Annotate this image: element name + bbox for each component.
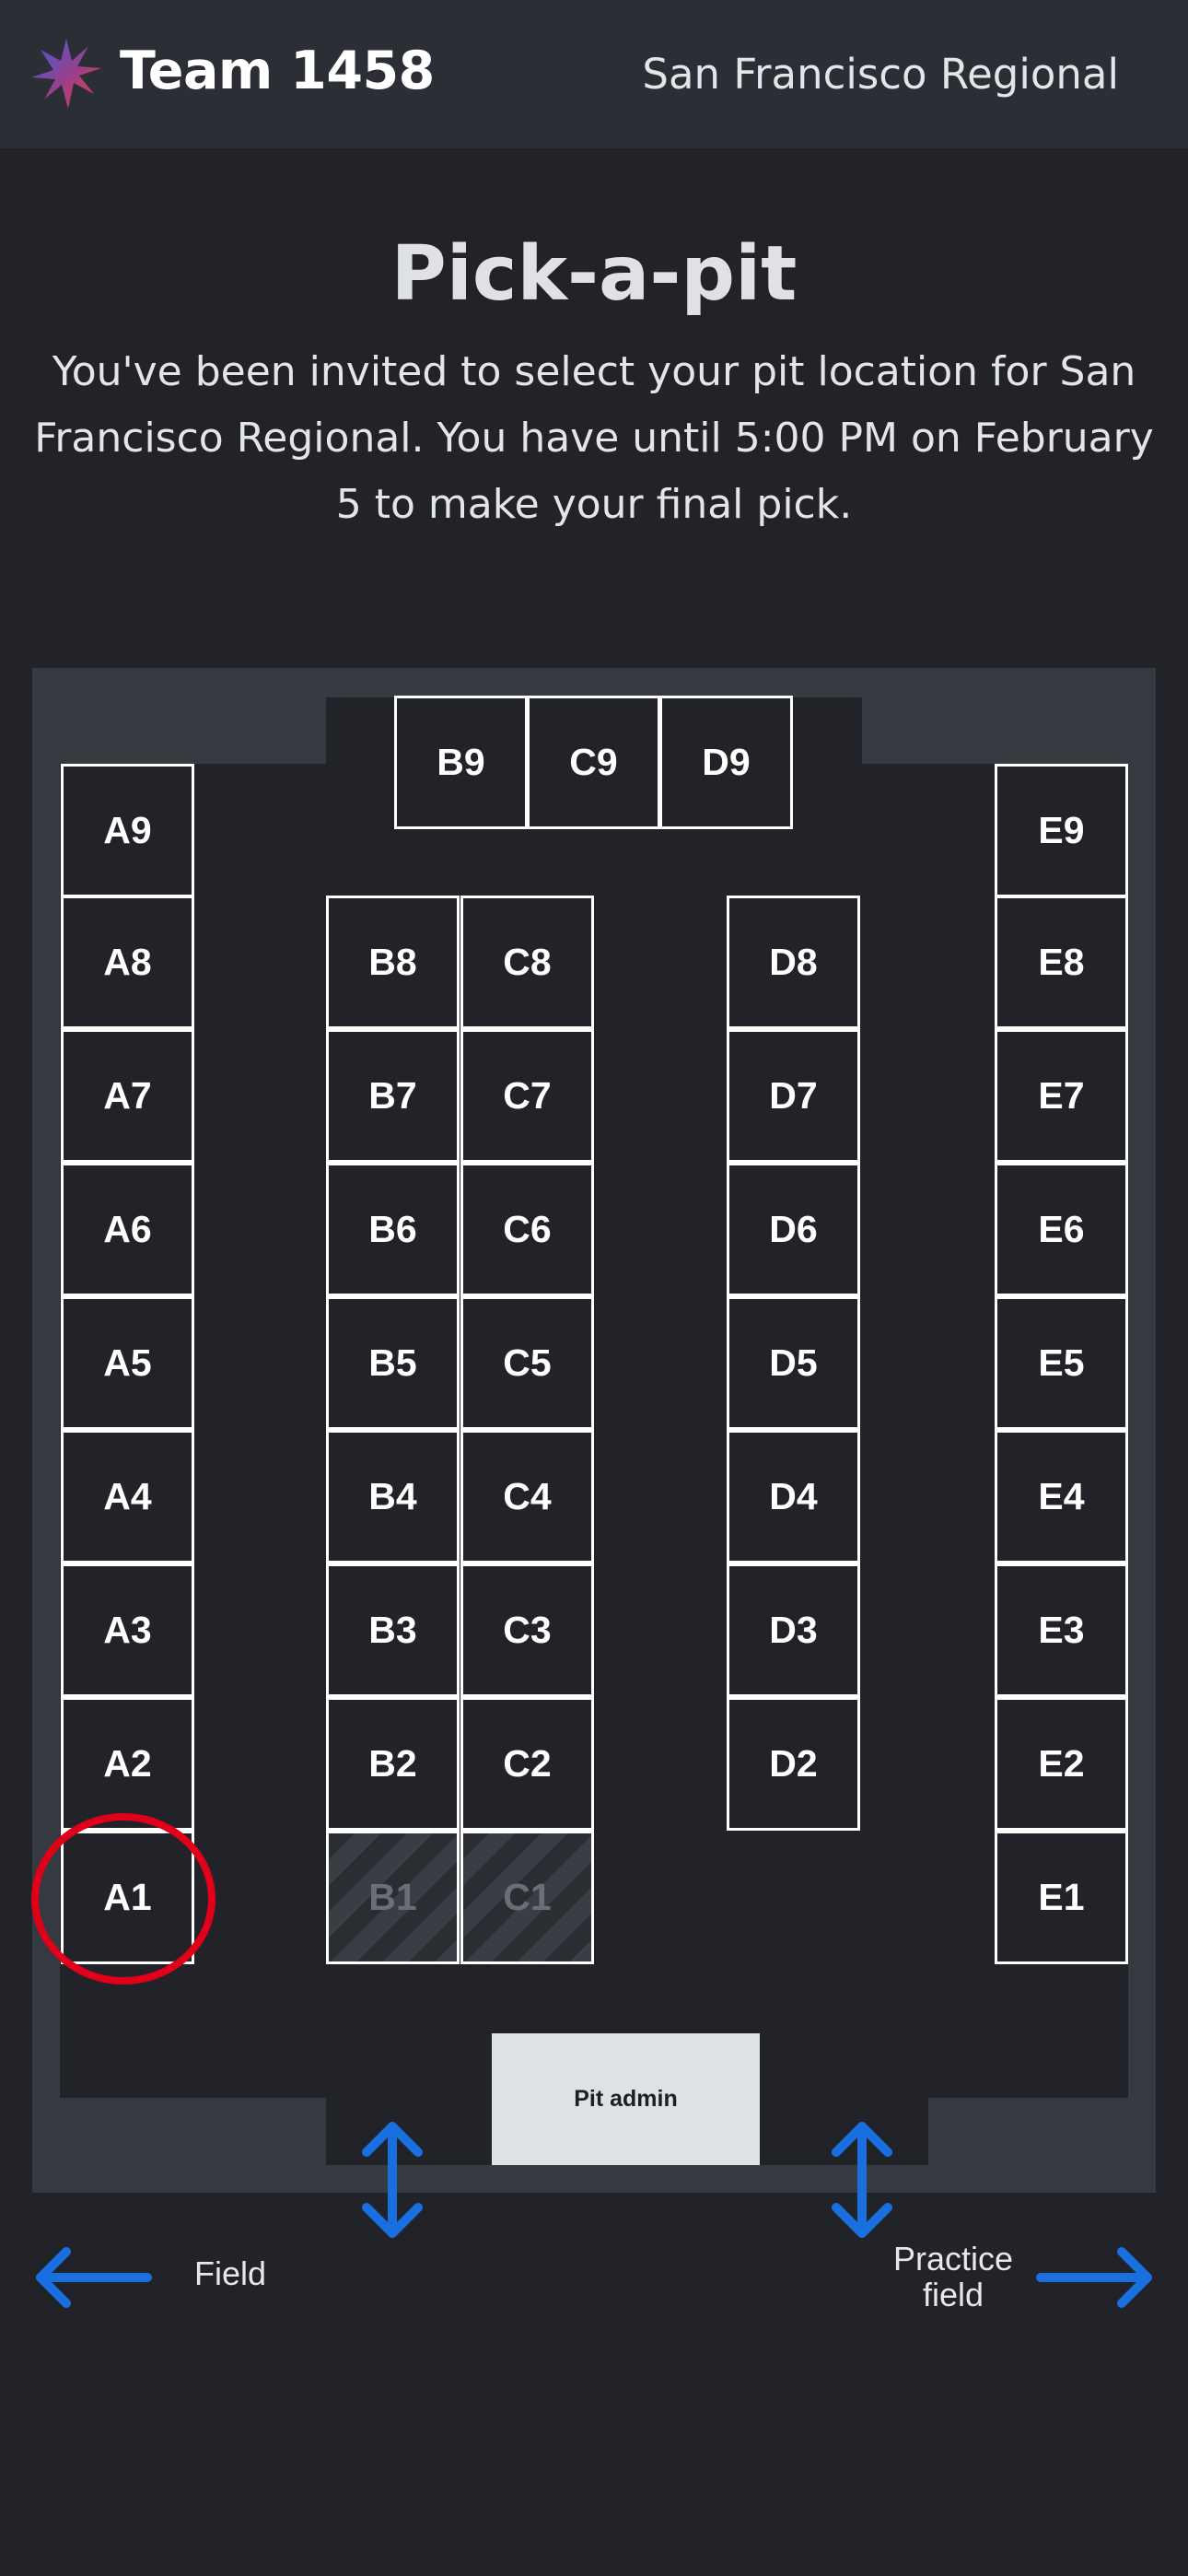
pit-B2[interactable]: B2: [326, 1697, 460, 1831]
pit-C7[interactable]: C7: [460, 1029, 594, 1163]
pit-E8[interactable]: E8: [995, 896, 1128, 1029]
field-label: Field: [193, 2254, 267, 2292]
pit-C5[interactable]: C5: [460, 1296, 594, 1430]
pit-C3[interactable]: C3: [460, 1563, 594, 1697]
pit-D4[interactable]: D4: [727, 1430, 860, 1563]
app-header: Team 1458 San Francisco Regional: [0, 0, 1188, 148]
pit-D5[interactable]: D5: [727, 1296, 860, 1430]
pit-B9[interactable]: B9: [394, 696, 528, 829]
pit-map: [32, 668, 1156, 2193]
pit-C4[interactable]: C4: [460, 1430, 594, 1563]
practice-field-label: Practice field: [892, 2240, 1014, 2313]
team-name: Team 1458: [120, 41, 435, 101]
pit-C2[interactable]: C2: [460, 1697, 594, 1831]
vertical-double-arrow-icon: [832, 2122, 892, 2238]
pit-E4[interactable]: E4: [995, 1430, 1128, 1563]
pit-A8[interactable]: A8: [61, 896, 194, 1029]
pit-B8[interactable]: B8: [326, 896, 460, 1029]
pit-E1[interactable]: E1: [995, 1831, 1128, 1964]
pit-A2[interactable]: A2: [61, 1697, 194, 1831]
pit-B4[interactable]: B4: [326, 1430, 460, 1563]
pit-A7[interactable]: A7: [61, 1029, 194, 1163]
pit-B7[interactable]: B7: [326, 1029, 460, 1163]
event-name: San Francisco Regional: [642, 50, 1119, 99]
pit-D9[interactable]: D9: [659, 696, 793, 829]
pit-D6[interactable]: D6: [727, 1163, 860, 1296]
pit-D7[interactable]: D7: [727, 1029, 860, 1163]
pit-B3[interactable]: B3: [326, 1563, 460, 1697]
pit-E9[interactable]: E9: [995, 764, 1128, 897]
pit-A5[interactable]: A5: [61, 1296, 194, 1430]
arrow-right-icon: [1036, 2247, 1152, 2308]
pit-A4[interactable]: A4: [61, 1430, 194, 1563]
pit-A3[interactable]: A3: [61, 1563, 194, 1697]
pit-B1: B1: [326, 1831, 460, 1964]
pit-A1[interactable]: A1: [61, 1831, 194, 1964]
pit-C9[interactable]: C9: [527, 696, 660, 829]
pit-C8[interactable]: C8: [460, 896, 594, 1029]
pit-E7[interactable]: E7: [995, 1029, 1128, 1163]
pit-admin-area: Pit admin: [492, 2033, 760, 2165]
vertical-double-arrow-icon: [362, 2122, 423, 2238]
pit-D3[interactable]: D3: [727, 1563, 860, 1697]
pit-B5[interactable]: B5: [326, 1296, 460, 1430]
pit-E3[interactable]: E3: [995, 1563, 1128, 1697]
pit-E2[interactable]: E2: [995, 1697, 1128, 1831]
pit-A9[interactable]: A9: [61, 764, 194, 897]
page-title: Pick-a-pit: [390, 230, 798, 318]
pit-C6[interactable]: C6: [460, 1163, 594, 1296]
pit-A6[interactable]: A6: [61, 1163, 194, 1296]
arrow-left-icon: [36, 2247, 152, 2308]
pit-E6[interactable]: E6: [995, 1163, 1128, 1296]
pit-E5[interactable]: E5: [995, 1296, 1128, 1430]
pit-B6[interactable]: B6: [326, 1163, 460, 1296]
pit-D8[interactable]: D8: [727, 896, 860, 1029]
invitation-description: You've been invited to select your pit l…: [34, 348, 1154, 528]
pit-D2[interactable]: D2: [727, 1697, 860, 1831]
starburst-logo-icon: [31, 39, 101, 109]
pit-C1: C1: [460, 1831, 594, 1964]
